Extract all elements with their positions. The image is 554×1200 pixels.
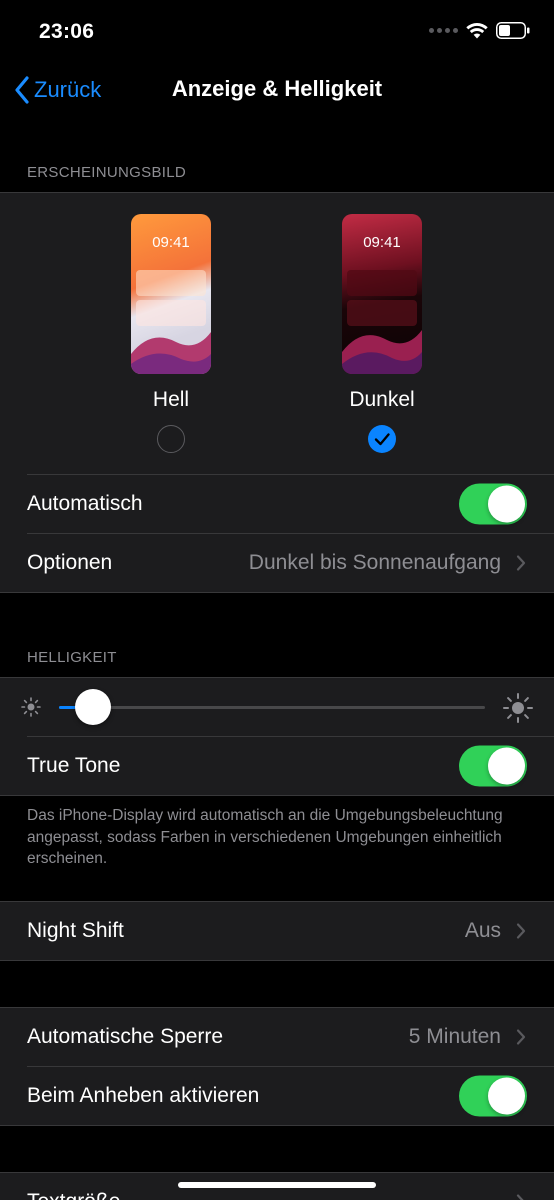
light-mode-label: Hell [152,388,190,411]
dark-preview-time: 09:41 [363,234,401,251]
settings-screen: 23:06 Zurück Anzeige & Helligkeit ERSCHE… [0,0,554,1200]
light-preview-card [136,300,206,326]
status-icons [429,22,530,39]
true-tone-row: True Tone [0,737,554,795]
status-bar: 23:06 [0,0,554,62]
appearance-group: 09:41 09:41 Hell Dunkel Automatisch Opti… [0,192,554,593]
options-label: Optionen [27,551,113,574]
text-size-label: Textgröße [27,1190,120,1200]
dark-mode-radio[interactable] [368,425,396,453]
section-header-appearance: ERSCHEINUNGSBILD [27,164,186,181]
cellular-signal-icon [429,28,458,33]
raise-to-wake-row: Beim Anheben aktivieren [0,1067,554,1125]
raise-to-wake-label: Beim Anheben aktivieren [27,1084,260,1107]
lock-group: Automatische Sperre 5 Minuten Beim Anheb… [0,1007,554,1126]
night-shift-label: Night Shift [27,919,124,942]
true-tone-footer: Das iPhone-Display wird automatisch an d… [27,807,503,867]
light-preview-time: 09:41 [152,234,190,251]
true-tone-toggle[interactable] [459,745,527,787]
automatic-toggle[interactable] [459,483,527,525]
battery-icon [496,22,530,39]
night-shift-value: Aus [464,919,501,942]
dark-mode-label: Dunkel [349,388,415,411]
auto-lock-row[interactable]: Automatische Sperre 5 Minuten [0,1008,554,1066]
auto-lock-value: 5 Minuten [408,1025,501,1048]
checkmark-icon [374,433,390,446]
status-time: 23:06 [39,20,95,43]
brightness-slider-knob[interactable] [75,689,112,725]
raise-to-wake-toggle[interactable] [459,1075,527,1117]
options-value: Dunkel bis Sonnenaufgang [248,551,501,574]
home-indicator[interactable] [178,1182,376,1188]
chevron-right-icon [516,1194,524,1200]
true-tone-label: True Tone [27,754,121,777]
sun-small-icon [21,697,41,717]
automatic-row: Automatisch [0,475,554,533]
navigation-bar: Zurück Anzeige & Helligkeit [0,62,554,118]
dark-preview-card [347,270,417,296]
auto-lock-label: Automatische Sperre [27,1025,224,1048]
options-row[interactable]: Optionen Dunkel bis Sonnenaufgang [0,534,554,592]
brightness-slider-row [0,678,554,736]
chevron-right-icon [516,923,526,939]
light-preview-card [136,270,206,296]
dark-preview-card [347,300,417,326]
night-shift-group: Night Shift Aus [0,901,554,961]
light-mode-preview[interactable]: 09:41 [131,214,211,374]
automatic-label: Automatisch [27,492,143,515]
section-header-brightness: HELLIGKEIT [27,649,117,666]
page-title: Anzeige & Helligkeit [171,76,383,101]
brightness-group: True Tone [0,677,554,796]
wifi-icon [466,23,488,39]
sun-large-icon [503,693,533,723]
dark-mode-preview[interactable]: 09:41 [342,214,422,374]
chevron-right-icon [516,1029,526,1045]
light-mode-radio[interactable] [157,425,185,453]
night-shift-row[interactable]: Night Shift Aus [0,902,554,960]
chevron-right-icon [516,555,526,571]
brightness-slider-track[interactable] [59,706,485,709]
